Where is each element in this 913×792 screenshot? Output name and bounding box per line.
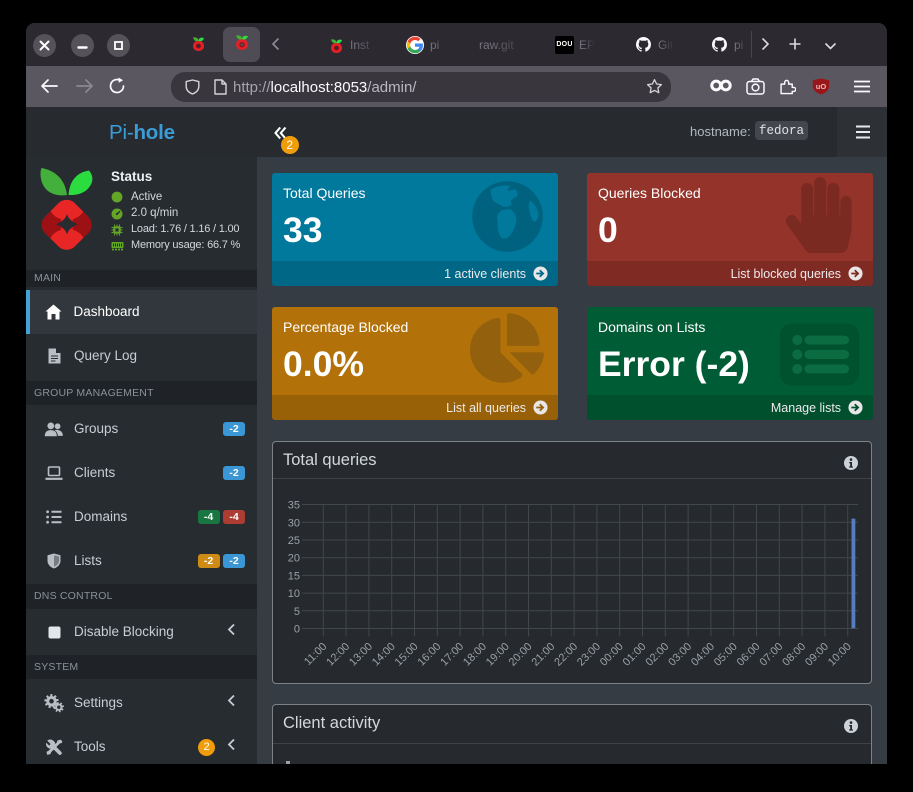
svg-text:00:00: 00:00 [598,641,626,669]
svg-text:04:00: 04:00 [689,641,717,669]
svg-text:30: 30 [288,517,300,529]
svg-text:20: 20 [288,553,300,565]
svg-text:22:00: 22:00 [552,641,580,669]
svg-text:10: 10 [288,588,300,600]
svg-text:01:00: 01:00 [621,641,649,669]
svg-text:uO: uO [816,82,827,91]
svg-text:18:00: 18:00 [461,641,489,669]
svg-text:23:00: 23:00 [575,641,603,669]
svg-text:15: 15 [288,570,300,582]
svg-text:25: 25 [288,535,300,547]
svg-text:21:00: 21:00 [529,641,557,669]
svg-text:20:00: 20:00 [507,641,535,669]
svg-text:14:00: 14:00 [370,641,398,669]
svg-text:03:00: 03:00 [666,641,694,669]
svg-text:07:00: 07:00 [757,641,785,669]
svg-text:11:00: 11:00 [302,641,329,668]
svg-text:08:00: 08:00 [780,641,808,669]
svg-text:16:00: 16:00 [415,641,443,669]
svg-text:17:00: 17:00 [438,641,466,669]
svg-text:12:00: 12:00 [324,641,352,669]
svg-text:0: 0 [294,624,300,636]
svg-text:02:00: 02:00 [643,641,671,669]
svg-text:15:00: 15:00 [393,641,421,669]
svg-text:5: 5 [294,606,300,618]
svg-text:05:00: 05:00 [712,641,740,669]
svg-text:13:00: 13:00 [347,641,375,669]
svg-text:09:00: 09:00 [803,641,831,669]
svg-text:06:00: 06:00 [735,641,763,669]
svg-text:19:00: 19:00 [484,641,512,669]
svg-text:10:00: 10:00 [826,641,854,669]
svg-text:35: 35 [288,500,300,512]
